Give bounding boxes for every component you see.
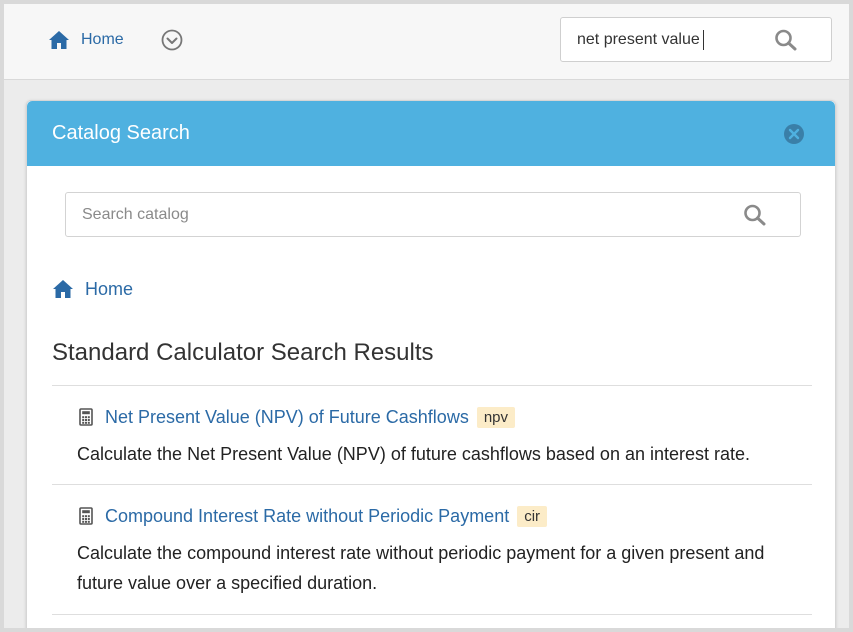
result-title-link[interactable]: Compound Interest Rate without Periodic …: [105, 506, 509, 527]
catalog-search-box: [65, 192, 801, 237]
breadcrumb-home[interactable]: Home: [52, 277, 133, 301]
close-circle-icon: [784, 124, 804, 144]
modal-header: Catalog Search: [27, 101, 835, 166]
top-navbar: Home: [4, 4, 849, 80]
result-tag: cir: [517, 505, 548, 527]
calculator-icon: [79, 408, 93, 426]
result-description: Calculate the compound interest rate wit…: [77, 543, 765, 593]
catalog-search-modal: Catalog Search Home Stan: [26, 100, 836, 628]
results-heading: Standard Calculator Search Results: [52, 339, 434, 366]
search-icon: [775, 29, 797, 51]
app-window: Home Catalog Search: [0, 0, 853, 632]
result-header: Compound Interest Rate without Periodic …: [79, 504, 548, 528]
nav-home-label: Home: [81, 31, 124, 48]
result-header: Net Present Value (NPV) of Future Cashfl…: [79, 405, 516, 429]
text-cursor: [703, 30, 704, 50]
nav-dropdown-toggle[interactable]: [160, 28, 184, 52]
home-icon: [49, 31, 69, 49]
modal-title: Catalog Search: [52, 122, 190, 144]
catalog-search-button[interactable]: [742, 203, 768, 227]
result-item: Compound Interest Rate without Periodic …: [52, 484, 812, 614]
catalog-search-input[interactable]: [82, 193, 722, 236]
modal-close-button[interactable]: [783, 123, 805, 145]
result-item: Net Present Value (NPV) of Future Cashfl…: [52, 385, 812, 485]
search-icon: [744, 204, 766, 226]
results-divider: [52, 614, 812, 615]
top-search-box: [560, 17, 832, 62]
top-search-button[interactable]: [773, 28, 799, 52]
chevron-down-circle-icon: [161, 29, 183, 51]
result-tag: npv: [476, 406, 516, 428]
calculator-icon: [79, 507, 93, 525]
nav-home-link[interactable]: Home: [48, 28, 124, 52]
result-title-link[interactable]: Net Present Value (NPV) of Future Cashfl…: [105, 407, 469, 428]
result-description: Calculate the Net Present Value (NPV) of…: [77, 444, 751, 464]
top-search-input[interactable]: [577, 18, 777, 61]
breadcrumb-home-label: Home: [85, 278, 134, 299]
home-icon: [53, 280, 73, 298]
